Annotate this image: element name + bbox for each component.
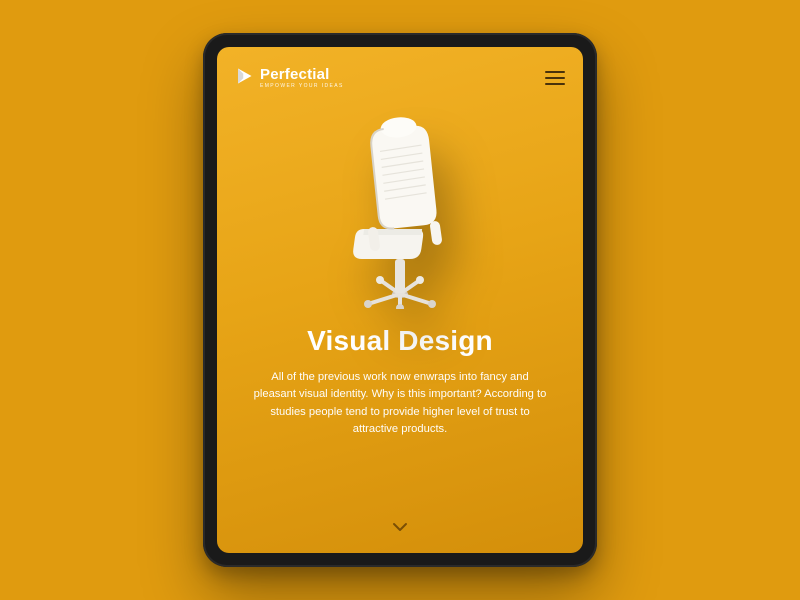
page-title: Visual Design: [245, 325, 555, 357]
content-block: Visual Design All of the previous work n…: [217, 325, 583, 438]
hero-illustration: [217, 93, 583, 325]
brand-logo[interactable]: Perfectial EMPOWER YOUR IDEAS: [235, 67, 344, 90]
tablet-screen: Perfectial EMPOWER YOUR IDEAS: [217, 47, 583, 553]
tablet-frame: Perfectial EMPOWER YOUR IDEAS: [203, 33, 597, 567]
office-chair-icon: [335, 109, 465, 309]
scroll-down-icon[interactable]: [392, 521, 408, 539]
brand-name: Perfectial: [260, 67, 344, 82]
page-description: All of the previous work now enwraps int…: [250, 369, 550, 438]
brand-tagline: EMPOWER YOUR IDEAS: [260, 84, 344, 89]
hamburger-menu-icon[interactable]: [545, 71, 565, 85]
play-logo-icon: [235, 67, 253, 90]
top-bar: Perfectial EMPOWER YOUR IDEAS: [217, 47, 583, 93]
